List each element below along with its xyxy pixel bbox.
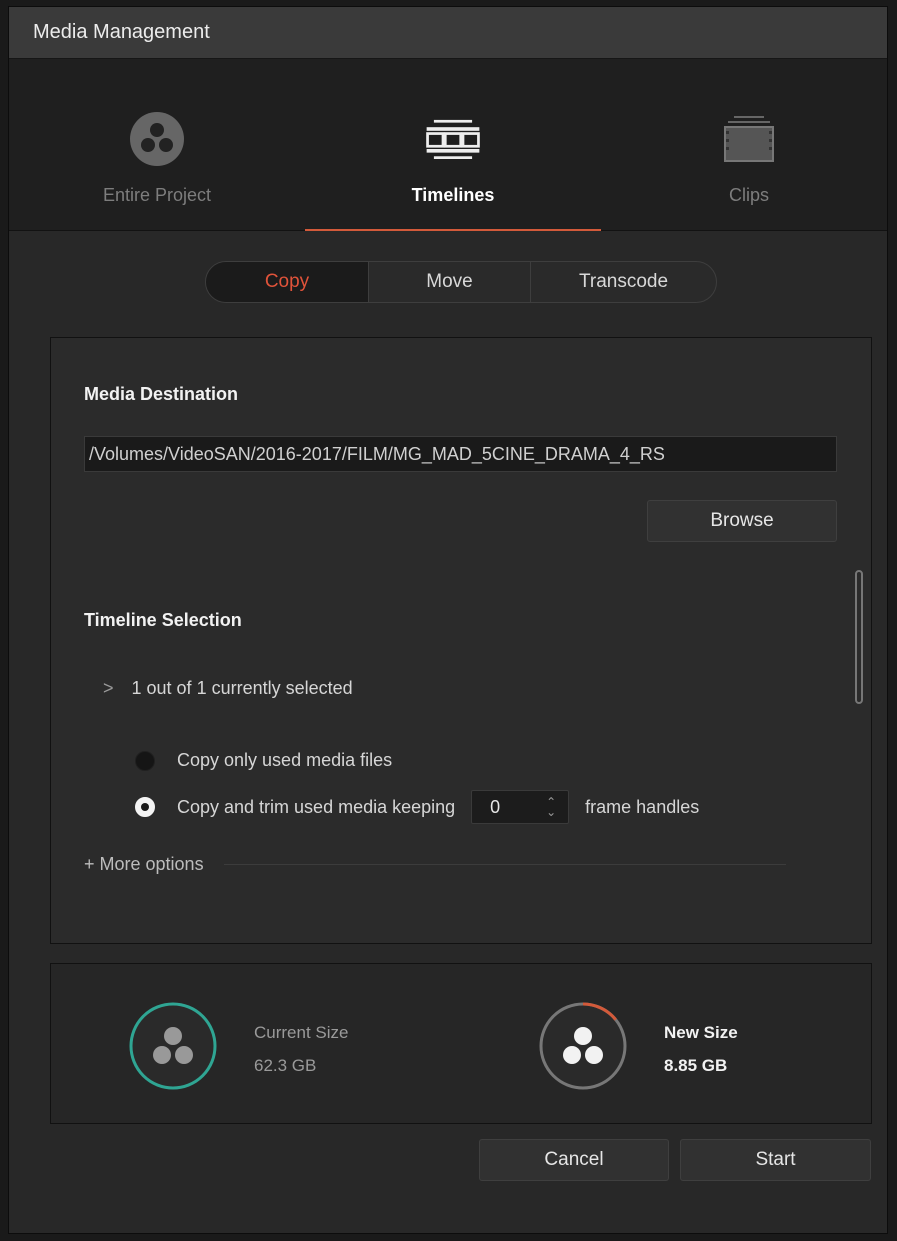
new-size-info: New Size 8.85 GB [664, 1016, 738, 1082]
browse-button[interactable]: Browse [647, 500, 837, 542]
size-summary-panel: Current Size 62.3 GB New Size 8.85 GB [50, 963, 872, 1124]
media-destination-title: Media Destination [84, 384, 239, 404]
selection-summary: 1 out of 1 currently selected [131, 678, 353, 698]
active-tab-indicator [305, 229, 601, 231]
tab-label: Clips [728, 185, 769, 205]
divider [223, 864, 786, 865]
destination-path-field[interactable]: /Volumes/VideoSAN/2016-2017/FILM/MG_MAD_… [84, 436, 837, 472]
radio-button-selected[interactable] [135, 797, 155, 817]
clip-film-icon [719, 109, 779, 169]
operation-segmented-control: Copy Move Transcode [205, 261, 717, 303]
tab-underline [9, 229, 305, 231]
radio-label: Copy and trim used media keeping [177, 796, 456, 817]
tab-label: Entire Project [102, 185, 212, 205]
frame-handles-stepper[interactable]: 0 ⌃ ⌄ [471, 790, 570, 824]
chevron-right-icon: > [103, 678, 114, 698]
timeline-selection-title: Timeline Selection [84, 610, 242, 630]
current-size-label: Current Size [254, 1023, 349, 1042]
current-size-value: 62.3 GB [254, 1056, 317, 1075]
copy-used-only-option[interactable]: Copy only used media files [135, 750, 392, 771]
new-size-logo-icon [539, 1002, 627, 1090]
tab-entire-project[interactable]: Entire Project [9, 59, 305, 231]
new-size-label: New Size [664, 1023, 738, 1042]
start-button[interactable]: Start [680, 1139, 871, 1181]
tab-timelines[interactable]: Timelines [305, 59, 601, 231]
move-option[interactable]: Move [369, 262, 531, 302]
up-down-chevron-icon[interactable]: ⌃ ⌄ [546, 796, 556, 818]
transcode-option[interactable]: Transcode [531, 262, 716, 302]
frame-handles-label: frame handles [585, 796, 700, 817]
media-management-dialog: Media Management Entire Project Timeline… [8, 6, 888, 1234]
mode-tab-bar: Entire Project Timelines Clips [9, 59, 887, 231]
more-options-label[interactable]: + More options [84, 854, 204, 875]
dialog-title: Media Management [33, 21, 210, 43]
stepper-value: 0 [490, 796, 501, 817]
timeline-selection-disclosure[interactable]: > 1 out of 1 currently selected [103, 678, 353, 699]
copy-and-trim-option[interactable]: Copy and trim used media keeping 0 ⌃ ⌄ fr… [135, 790, 699, 824]
new-size-value: 8.85 GB [664, 1056, 728, 1075]
more-options-toggle[interactable]: + More options [84, 854, 786, 875]
radio-button[interactable] [135, 750, 155, 771]
current-size-info: Current Size 62.3 GB [254, 1016, 348, 1082]
tab-clips[interactable]: Clips [601, 59, 897, 231]
tab-underline [601, 229, 897, 231]
dialog-title-bar: Media Management [9, 7, 887, 59]
copy-option[interactable]: Copy [206, 262, 369, 302]
current-size-logo-icon [129, 1002, 217, 1090]
tab-label: Timelines [411, 185, 495, 205]
timeline-icon [423, 109, 483, 169]
cancel-button[interactable]: Cancel [479, 1139, 669, 1181]
radio-label: Copy only used media files [177, 750, 393, 770]
settings-panel: Media Destination /Volumes/VideoSAN/2016… [50, 337, 872, 944]
resolve-logo-icon [127, 109, 187, 169]
panel-scrollbar[interactable] [855, 570, 863, 704]
